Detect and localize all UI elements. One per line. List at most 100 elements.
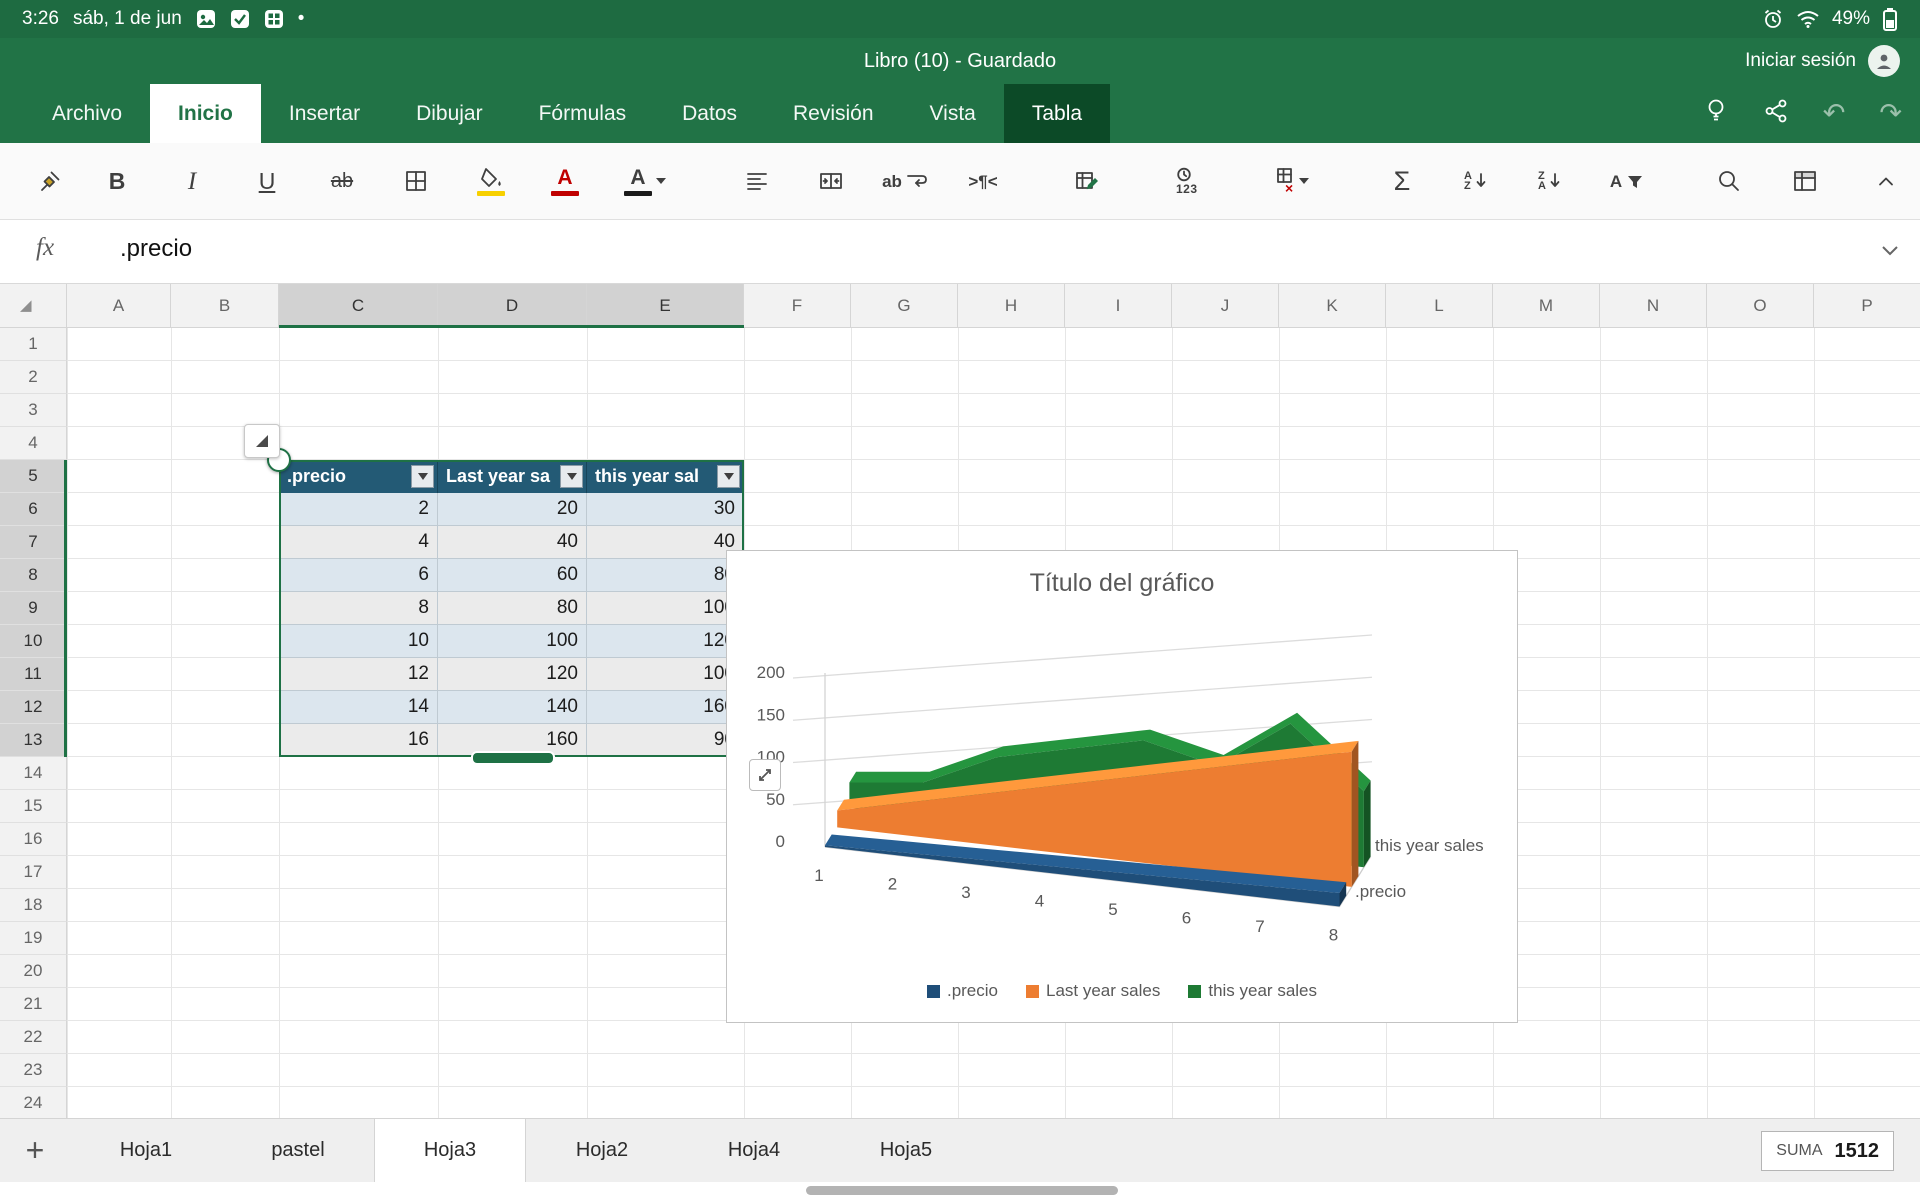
bold-button[interactable]: B [85,143,149,219]
row-header-22[interactable]: 22 [0,1021,67,1054]
row-header-4[interactable]: 4 [0,427,67,460]
borders-icon[interactable] [384,143,448,219]
table-cell[interactable]: 20 [438,493,587,526]
table-cell[interactable]: 14 [279,691,438,724]
column-header-G[interactable]: G [851,284,958,328]
column-header-J[interactable]: J [1172,284,1279,328]
formula-bar[interactable]: fx .precio [0,220,1920,284]
table-cell[interactable]: 4 [279,526,438,559]
align-icon[interactable] [725,143,789,219]
ribbon-tab-archivo[interactable]: Archivo [24,84,150,143]
number-format-icon[interactable]: 123 [1155,143,1219,219]
table-cell[interactable]: 100 [587,592,744,625]
filter-dropdown-button[interactable] [717,465,740,488]
table-cell[interactable]: 12 [279,658,438,691]
font-color-red-icon[interactable]: A [533,143,597,219]
column-header-F[interactable]: F [744,284,851,328]
tips-lightbulb-icon[interactable] [1703,97,1729,130]
account-avatar[interactable] [1868,45,1900,77]
table-cell[interactable]: 120 [587,625,744,658]
row-header-14[interactable]: 14 [0,757,67,790]
row-header-7[interactable]: 7 [0,526,67,559]
row-header-15[interactable]: 15 [0,790,67,823]
table-cell[interactable]: 160 [587,691,744,724]
selection-fill-handle[interactable] [471,751,555,765]
select-all-corner[interactable]: ◢ [0,284,67,328]
column-header-L[interactable]: L [1386,284,1493,328]
ribbon-tab-datos[interactable]: Datos [654,84,765,143]
pilcrow-icon[interactable]: >¶< [951,143,1015,219]
table-cell[interactable]: 60 [438,559,587,592]
excel-table[interactable]: .precioLast year sathis year sal22030440… [279,460,744,757]
horizontal-scrollbar[interactable] [806,1186,1118,1195]
filter-dropdown-button[interactable] [560,465,583,488]
table-cell[interactable]: 120 [438,658,587,691]
table-cell[interactable]: 80 [587,559,744,592]
ribbon-tab-dibujar[interactable]: Dibujar [388,84,511,143]
table-cell[interactable]: 40 [438,526,587,559]
table-cell[interactable]: 100 [438,625,587,658]
sheet-tab-hoja3[interactable]: Hoja3 [374,1119,526,1182]
table-cell[interactable]: 90 [587,724,744,757]
sign-in-link[interactable]: Iniciar sesión [1745,50,1856,72]
table-cell[interactable]: 40 [587,526,744,559]
table-cell[interactable]: 30 [587,493,744,526]
column-header-O[interactable]: O [1707,284,1814,328]
row-header-11[interactable]: 11 [0,658,67,691]
filter-icon[interactable]: A [1595,143,1659,219]
row-header-9[interactable]: 9 [0,592,67,625]
column-header-E[interactable]: E [587,284,744,328]
column-header-B[interactable]: B [171,284,279,328]
collapse-ribbon-icon[interactable] [1854,143,1918,219]
chart-object[interactable]: 05010015020012345678 Título del gráfico … [726,550,1518,1023]
table-cell[interactable]: 8 [279,592,438,625]
table-cell[interactable]: 100 [587,658,744,691]
table-cell[interactable]: 2 [279,493,438,526]
sort-ascending-icon[interactable]: AZ [1444,143,1508,219]
italic-button[interactable]: I [160,143,224,219]
column-header-M[interactable]: M [1493,284,1600,328]
row-header-5[interactable]: 5 [0,460,67,493]
sheet-tab-hoja1[interactable]: Hoja1 [70,1119,222,1182]
search-icon[interactable] [1697,143,1761,219]
table-cell[interactable]: 6 [279,559,438,592]
ribbon-tab-tabla[interactable]: Tabla [1004,84,1110,143]
strikethrough-button[interactable]: ab [310,143,374,219]
sheet-tab-hoja2[interactable]: Hoja2 [526,1119,678,1182]
row-header-3[interactable]: 3 [0,394,67,427]
sheet-tab-hoja4[interactable]: Hoja4 [678,1119,830,1182]
ribbon-tab-vista[interactable]: Vista [902,84,1004,143]
ribbon-tab-fórmulas[interactable]: Fórmulas [511,84,655,143]
row-header-18[interactable]: 18 [0,889,67,922]
column-header-N[interactable]: N [1600,284,1707,328]
cell-styles-icon[interactable] [1055,143,1119,219]
delete-cells-icon[interactable]: × [1260,143,1324,219]
row-header-21[interactable]: 21 [0,988,67,1021]
formula-value[interactable]: .precio [120,235,192,263]
row-header-6[interactable]: 6 [0,493,67,526]
redo-icon[interactable]: ↷ [1879,100,1902,127]
table-cell[interactable]: 16 [279,724,438,757]
row-header-8[interactable]: 8 [0,559,67,592]
expand-formula-bar-icon[interactable] [1878,242,1902,265]
ribbon-tab-insertar[interactable]: Insertar [261,84,388,143]
chart-resize-handle[interactable] [749,759,781,791]
row-header-10[interactable]: 10 [0,625,67,658]
row-header-13[interactable]: 13 [0,724,67,757]
ribbon-tab-inicio[interactable]: Inicio [150,84,261,143]
row-header-24[interactable]: 24 [0,1087,67,1120]
table-cell[interactable]: 80 [438,592,587,625]
row-header-2[interactable]: 2 [0,361,67,394]
column-header-I[interactable]: I [1065,284,1172,328]
format-painter-icon[interactable] [18,143,82,219]
wrap-text-icon[interactable]: ab [874,143,938,219]
undo-icon[interactable]: ↶ [1823,100,1846,127]
row-header-12[interactable]: 12 [0,691,67,724]
row-header-23[interactable]: 23 [0,1054,67,1087]
merge-cells-icon[interactable] [799,143,863,219]
row-header-19[interactable]: 19 [0,922,67,955]
row-header-17[interactable]: 17 [0,856,67,889]
sheet-tab-pastel[interactable]: pastel [222,1119,374,1182]
status-summary[interactable]: SUMA 1512 [1761,1131,1894,1171]
sort-descending-icon[interactable]: ZA [1518,143,1582,219]
